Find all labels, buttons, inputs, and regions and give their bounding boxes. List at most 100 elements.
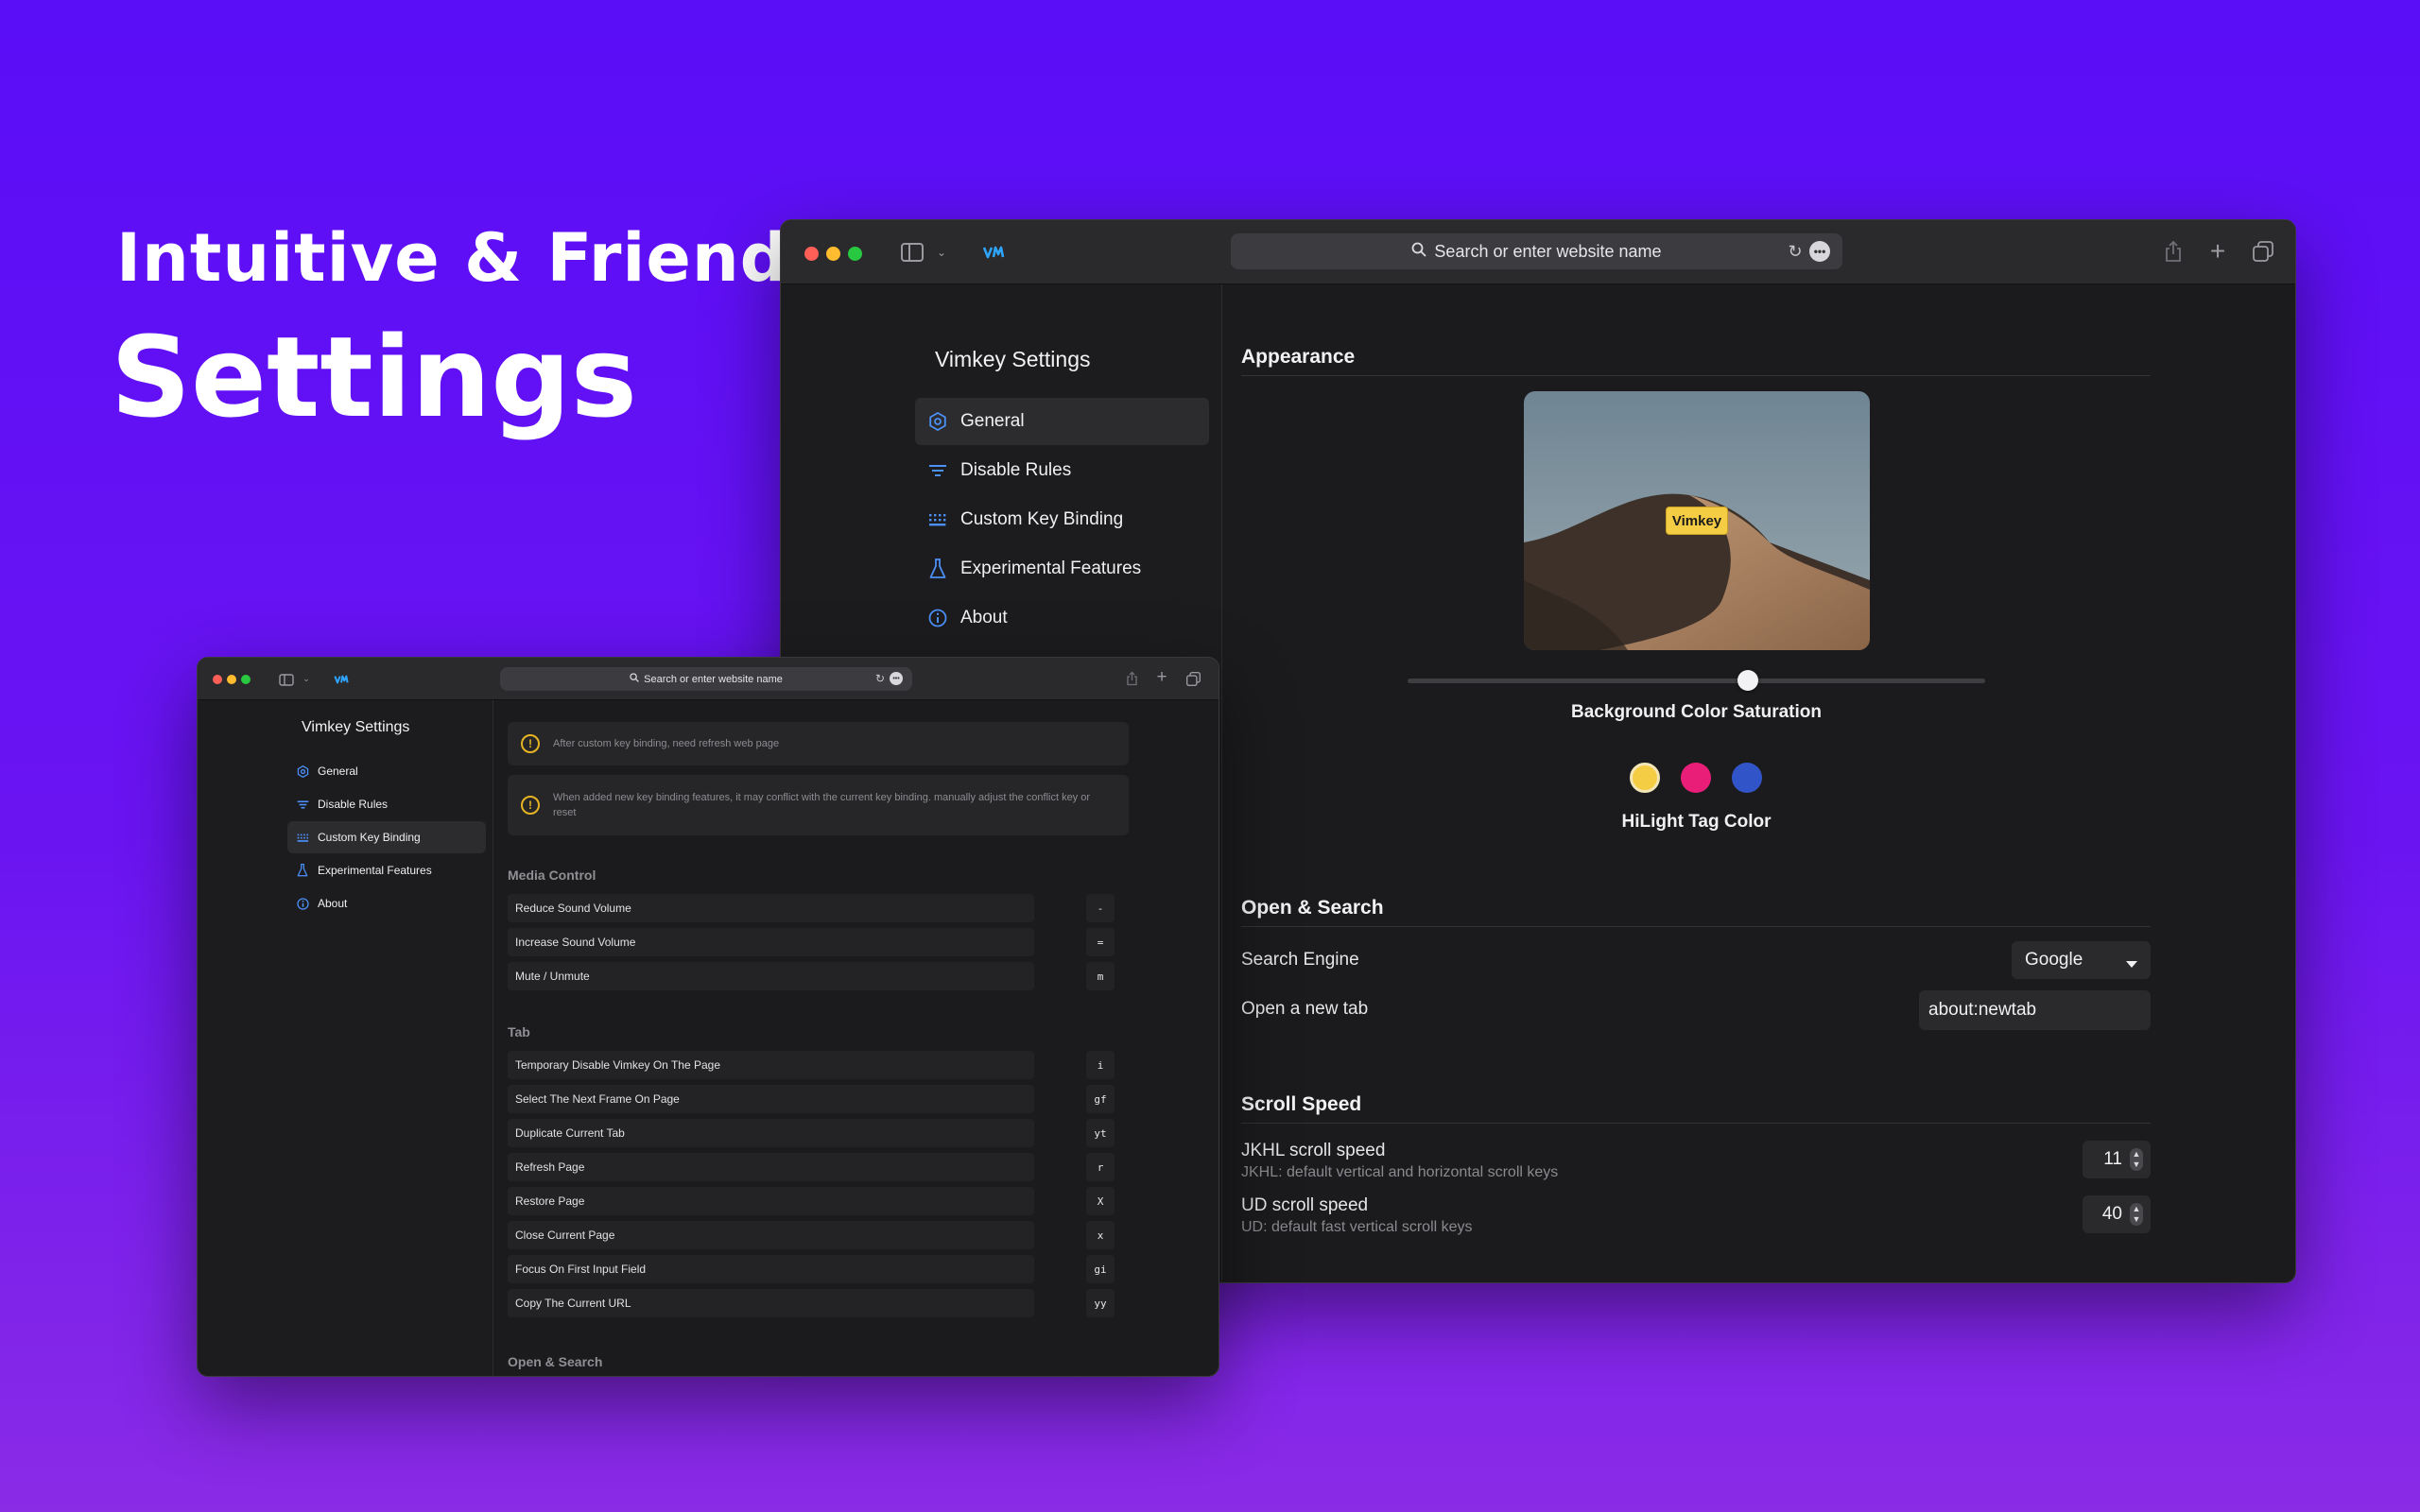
more-options-icon[interactable]: ••• <box>890 672 903 685</box>
reload-icon[interactable]: ↻ <box>1785 241 1806 262</box>
shortcut-row: Mute / Unmute <box>508 962 1034 990</box>
shortcut-row: Reduce Sound Volume <box>508 894 1034 922</box>
shortcut-key-input[interactable]: i <box>1086 1051 1115 1079</box>
open-search-section-title: Open & Search <box>508 1354 603 1369</box>
sidebar-item-label: Experimental Features <box>960 558 1142 578</box>
sidebar-item-label: Experimental Features <box>318 864 432 877</box>
chevron-down-icon[interactable]: ⌄ <box>302 672 311 685</box>
vimkey-logo-icon[interactable] <box>333 673 350 686</box>
sidebar-item-general[interactable]: General <box>287 755 486 787</box>
shortcut-row: Select The Next Frame On Page <box>508 1085 1034 1113</box>
sidebar-item-about[interactable]: About <box>287 887 486 919</box>
stepper-arrows-icon[interactable]: ▲ ▼ <box>2130 1148 2143 1171</box>
keyboard-icon <box>295 833 310 843</box>
sidebar-title: Vimkey Settings <box>935 347 1091 371</box>
sidebar-toggle-icon[interactable] <box>278 672 295 687</box>
jkhl-speed-label: JKHL scroll speed <box>1241 1141 1386 1160</box>
sidebar-item-about[interactable]: About <box>915 594 1209 642</box>
ud-speed-description: UD: default fast vertical scroll keys <box>1241 1219 1473 1235</box>
sidebar-item-label: About <box>318 897 348 910</box>
shortcut-row: Duplicate Current Tab <box>508 1119 1034 1147</box>
sidebar-item-disable-rules[interactable]: Disable Rules <box>287 788 486 820</box>
sidebar-item-label: Custom Key Binding <box>318 831 421 844</box>
address-bar[interactable]: Search or enter website name <box>500 667 912 691</box>
jkhl-speed-stepper[interactable]: 11 ▲ ▼ <box>2083 1141 2151 1178</box>
shortcut-key-input[interactable]: r <box>1086 1153 1115 1181</box>
ud-speed-value: 40 <box>2101 1204 2122 1224</box>
shortcut-key-input[interactable]: gi <box>1086 1255 1115 1283</box>
secondary-titlebar: ⌄ Search or enter website name ↻ ••• + <box>198 658 1219 700</box>
secondary-browser-window: ⌄ Search or enter website name ↻ ••• + V… <box>197 657 1219 1377</box>
share-icon[interactable] <box>1124 670 1139 687</box>
flask-icon <box>295 864 310 877</box>
shortcut-key-input[interactable]: x <box>1086 1221 1115 1249</box>
search-engine-select[interactable]: Google <box>2012 941 2151 979</box>
scroll-speed-section-title: Scroll Speed <box>1241 1093 1362 1115</box>
new-tab-icon[interactable]: + <box>1154 667 1169 687</box>
tab-section-title: Tab <box>508 1024 530 1040</box>
tag-color-blue-swatch[interactable] <box>1732 763 1762 793</box>
tag-color-label: HiLight Tag Color <box>1621 812 1772 832</box>
shortcut-key-input[interactable]: X <box>1086 1187 1115 1215</box>
chevron-down-icon[interactable]: ⌄ <box>935 243 948 262</box>
flask-icon <box>926 558 949 579</box>
shortcut-key-input[interactable]: gf <box>1086 1085 1115 1113</box>
search-icon <box>1411 242 1427 262</box>
media-control-section-title: Media Control <box>508 868 596 883</box>
hero-title-line1: Intuitive & Friendly <box>116 219 856 297</box>
ud-speed-stepper[interactable]: 40 ▲ ▼ <box>2083 1195 2151 1233</box>
tab-overview-icon[interactable] <box>2251 239 2275 264</box>
tab-overview-icon[interactable] <box>1184 670 1201 687</box>
close-window-button[interactable] <box>804 247 819 261</box>
zoom-window-button[interactable] <box>241 675 251 684</box>
shortcut-row: Temporary Disable Vimkey On The Page <box>508 1051 1034 1079</box>
sidebar-item-label: Disable Rules <box>318 798 389 811</box>
shortcut-key-input[interactable]: = <box>1086 928 1115 956</box>
more-options-icon[interactable]: ••• <box>1809 241 1830 262</box>
minimize-window-button[interactable] <box>227 675 236 684</box>
sidebar-item-label: Custom Key Binding <box>960 509 1124 529</box>
vimkey-logo-icon[interactable] <box>981 243 1006 262</box>
sidebar-toggle-icon[interactable] <box>900 241 925 264</box>
address-bar[interactable]: Search or enter website name <box>1231 233 1842 269</box>
sidebar-item-custom-key-binding[interactable]: Custom Key Binding <box>287 821 486 853</box>
saturation-slider-track[interactable] <box>1408 670 1985 691</box>
sidebar-item-custom-key-binding[interactable]: Custom Key Binding <box>915 496 1209 543</box>
sidebar-item-disable-rules[interactable]: Disable Rules <box>915 447 1209 494</box>
sidebar-item-label: Disable Rules <box>960 460 1072 480</box>
shortcut-key-input[interactable]: - <box>1086 894 1115 922</box>
search-icon <box>630 673 639 685</box>
divider <box>1241 926 2151 927</box>
keyboard-icon <box>926 512 949 527</box>
info-icon <box>926 609 949 627</box>
appearance-section-title: Appearance <box>1241 346 1356 368</box>
divider <box>1241 375 2151 376</box>
filter-icon <box>926 463 949 478</box>
tag-color-yellow-swatch[interactable] <box>1630 763 1660 793</box>
saturation-slider-thumb[interactable] <box>1737 670 1759 691</box>
reload-icon[interactable]: ↻ <box>873 672 887 685</box>
zoom-window-button[interactable] <box>848 247 862 261</box>
close-window-button[interactable] <box>213 675 222 684</box>
shortcut-row: Close Current Page <box>508 1221 1034 1249</box>
notice-refresh: ! After custom key binding, need refresh… <box>508 722 1129 765</box>
ud-speed-label: UD scroll speed <box>1241 1195 1369 1215</box>
stepper-arrows-icon[interactable]: ▲ ▼ <box>2130 1203 2143 1226</box>
minimize-window-button[interactable] <box>826 247 840 261</box>
sidebar-item-experimental-features[interactable]: Experimental Features <box>915 545 1209 593</box>
sidebar-title: Vimkey Settings <box>302 719 410 735</box>
new-tab-input[interactable]: about:newtab <box>1919 990 2151 1030</box>
shortcut-row: Copy The Current URL <box>508 1289 1034 1317</box>
shortcut-key-input[interactable]: yy <box>1086 1289 1115 1317</box>
shortcut-row: Increase Sound Volume <box>508 928 1034 956</box>
appearance-preview-image: Vimkey <box>1524 391 1870 650</box>
search-engine-label: Search Engine <box>1241 950 1359 970</box>
sidebar-item-general[interactable]: General <box>915 398 1209 445</box>
shortcut-key-input[interactable]: yt <box>1086 1119 1115 1147</box>
warning-icon: ! <box>521 796 540 815</box>
sidebar-item-experimental-features[interactable]: Experimental Features <box>287 854 486 886</box>
share-icon[interactable] <box>2162 239 2185 264</box>
tag-color-pink-swatch[interactable] <box>1681 763 1711 793</box>
new-tab-icon[interactable]: + <box>2206 236 2229 266</box>
shortcut-key-input[interactable]: m <box>1086 962 1115 990</box>
